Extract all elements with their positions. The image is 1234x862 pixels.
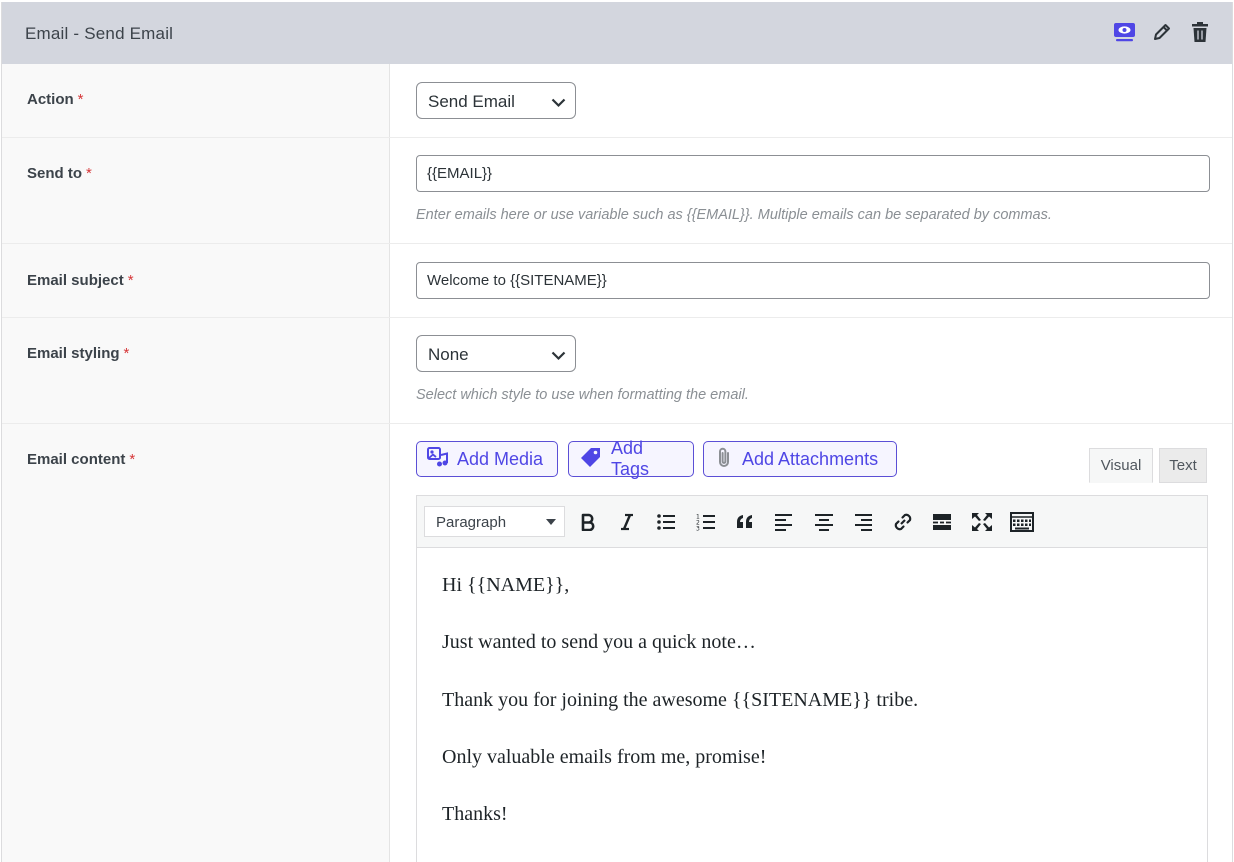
styling-help: Select which style to use when formattin… [416, 387, 749, 403]
media-icon [427, 446, 449, 473]
paperclip-icon [714, 446, 734, 473]
subject-input[interactable] [416, 262, 1210, 299]
styling-select[interactable]: None [416, 335, 576, 372]
bold-icon[interactable] [575, 509, 601, 535]
chevron-down-icon [551, 95, 566, 113]
link-icon[interactable] [890, 509, 916, 535]
add-tags-button[interactable]: Add Tags [568, 438, 694, 479]
format-select-value: Paragraph [436, 514, 507, 531]
header-actions [1112, 20, 1212, 44]
toolbar-toggle-icon[interactable] [1008, 509, 1036, 535]
styling-row: Email styling * [2, 318, 1232, 424]
caret-down-icon [546, 519, 556, 525]
edit-icon[interactable] [1150, 20, 1174, 44]
read-more-icon[interactable] [929, 509, 955, 535]
numbered-list-icon[interactable]: 123 [693, 509, 719, 535]
rich-text-editor: Paragraph 123 Hi {{NAME}}, Just wanted t… [416, 495, 1208, 862]
content-paragraph: Thank you for joining the awesome {{SITE… [442, 688, 919, 711]
italic-icon[interactable] [614, 509, 640, 535]
tag-icon [579, 446, 603, 473]
add-media-button[interactable]: Add Media [416, 441, 558, 477]
panel-title: Email - Send Email [25, 24, 174, 43]
panel-header: Email - Send Email [2, 2, 1232, 64]
send-to-label: Send to * [27, 165, 92, 182]
send-to-input[interactable] [416, 155, 1210, 192]
content-label: Email content * [27, 451, 136, 468]
send-to-help: Enter emails here or use variable such a… [416, 207, 1052, 223]
preview-icon[interactable] [1112, 20, 1136, 44]
svg-text:3: 3 [696, 526, 700, 532]
add-attachments-button[interactable]: Add Attachments [703, 441, 897, 477]
editor-toolbar: Paragraph 123 [417, 496, 1207, 548]
content-paragraph: Hi {{NAME}}, [442, 574, 570, 596]
tab-visual[interactable]: Visual [1089, 448, 1153, 483]
subject-label: Email subject * [27, 272, 134, 289]
content-paragraph: Only valuable emails from me, promise! [442, 745, 767, 768]
format-select[interactable]: Paragraph [424, 506, 565, 537]
bullet-list-icon[interactable] [653, 509, 679, 535]
trash-icon[interactable] [1188, 20, 1212, 44]
content-paragraph: Just wanted to send you a quick note… [442, 631, 756, 654]
action-label: Action * [27, 91, 84, 108]
blockquote-icon[interactable] [732, 509, 758, 535]
styling-select-value: None [428, 345, 469, 364]
chevron-down-icon [551, 348, 566, 366]
align-right-icon[interactable] [850, 509, 876, 535]
content-paragraph: Thanks! [442, 803, 508, 826]
action-select[interactable]: Send Email [416, 82, 576, 119]
align-center-icon[interactable] [811, 509, 837, 535]
tab-text[interactable]: Text [1159, 448, 1207, 483]
editor-content[interactable]: Hi {{NAME}}, Just wanted to send you a q… [442, 572, 918, 858]
align-left-icon[interactable] [771, 509, 797, 535]
action-row: Action * [2, 64, 1232, 138]
action-select-value: Send Email [428, 92, 515, 111]
styling-label: Email styling * [27, 345, 130, 362]
fullscreen-icon[interactable] [969, 509, 995, 535]
email-action-panel: Email - Send Email Action * Send Email Se… [1, 2, 1233, 862]
